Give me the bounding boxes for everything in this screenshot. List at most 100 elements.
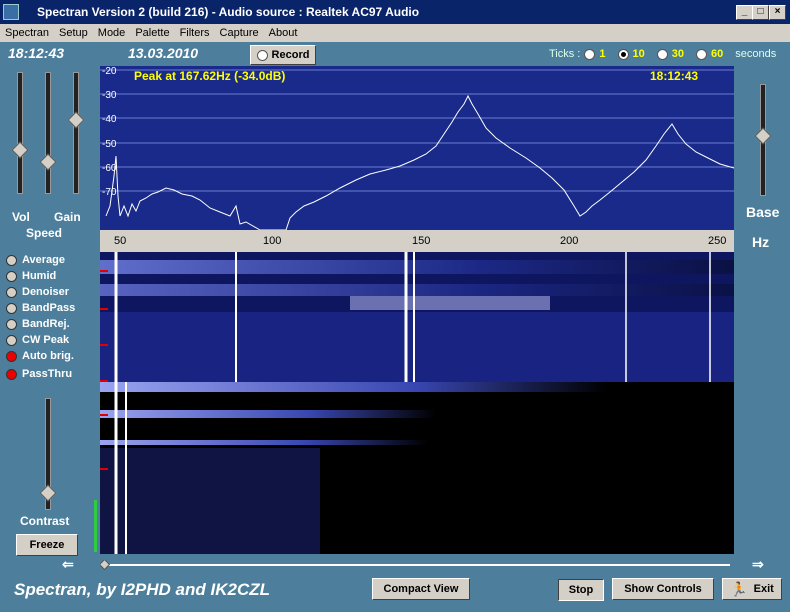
option-bandrej[interactable]: BandRej. xyxy=(6,318,70,330)
record-button[interactable]: Record xyxy=(250,45,316,65)
freeze-button[interactable]: Freeze xyxy=(16,534,78,556)
option-radio xyxy=(6,270,17,282)
option-label: BandPass xyxy=(22,302,76,314)
menu-capture[interactable]: Capture xyxy=(215,27,264,39)
hz-label: Hz xyxy=(752,234,770,250)
option-label: Denoiser xyxy=(22,286,70,298)
show-controls-button[interactable]: Show Controls xyxy=(612,578,714,600)
stop-button[interactable]: Stop xyxy=(558,579,604,601)
tick-1-radio[interactable] xyxy=(584,48,596,60)
gain-slider-thumb[interactable] xyxy=(67,111,85,129)
tick-1-label: 1 xyxy=(599,48,606,60)
record-label: Record xyxy=(271,49,310,61)
marker-icon xyxy=(100,468,108,470)
gain-label: Gain xyxy=(54,210,81,224)
waterfall-display[interactable] xyxy=(100,252,734,554)
scroll-left-arrow-icon[interactable]: ⇐ xyxy=(62,556,74,573)
db-label: -40 xyxy=(102,114,117,125)
option-label: PassThru xyxy=(22,368,73,380)
option-radio xyxy=(6,368,17,380)
vol-slider-thumb[interactable] xyxy=(11,141,29,159)
scroll-right-arrow-icon[interactable]: ⇒ xyxy=(752,556,764,573)
close-button[interactable]: × xyxy=(769,5,786,20)
option-bandpass[interactable]: BandPass xyxy=(6,302,75,314)
freq-label: 200 xyxy=(560,235,579,247)
tick-60-radio[interactable] xyxy=(696,48,707,60)
option-label: CW Peak xyxy=(22,334,70,346)
option-radio xyxy=(6,334,17,346)
peak-readout: Peak at 167.62Hz (-34.0dB) xyxy=(134,69,285,83)
option-label: BandRej. xyxy=(22,318,70,330)
option-radio xyxy=(6,254,17,266)
footer-title: Spectran, by I2PHD and IK2CZL xyxy=(14,580,270,599)
base-label: Base xyxy=(746,204,780,220)
spectrum-display[interactable]: -20 -30 -40 -50 -60 -70 Peak at 167.62Hz… xyxy=(100,66,734,230)
waterfall-band xyxy=(100,382,734,392)
exit-button[interactable]: 🏃 Exit xyxy=(722,578,782,600)
contrast-label: Contrast xyxy=(20,514,70,528)
time-display: 18:12:43 xyxy=(8,45,65,61)
spectrum-clock: 18:12:43 xyxy=(650,69,698,83)
exit-label: Exit xyxy=(753,583,774,595)
compact-view-button[interactable]: Compact View xyxy=(372,578,470,600)
date-display: 13.03.2010 xyxy=(128,45,199,61)
menu-filters[interactable]: Filters xyxy=(175,27,215,39)
gain-slider-track[interactable] xyxy=(73,72,79,194)
marker-icon xyxy=(100,308,108,310)
marker-icon xyxy=(100,380,108,382)
running-man-icon: 🏃 xyxy=(730,580,748,597)
waterfall-band xyxy=(350,296,550,310)
ticks-selector: Ticks : 1 10 30 60 seconds xyxy=(549,48,776,60)
contrast-slider-thumb[interactable] xyxy=(39,484,57,502)
minimize-button[interactable]: _ xyxy=(736,5,753,20)
menu-palette[interactable]: Palette xyxy=(130,27,174,39)
tick-10-label: 10 xyxy=(632,48,645,60)
waterfall-band xyxy=(100,440,510,445)
horizontal-scroll[interactable] xyxy=(100,560,734,570)
app-icon xyxy=(3,4,19,20)
level-meter xyxy=(94,500,97,552)
tick-30-radio[interactable] xyxy=(656,48,668,60)
option-label: Humid xyxy=(22,270,57,282)
record-indicator-icon xyxy=(256,49,268,61)
tick-30-label: 30 xyxy=(671,48,684,60)
waterfall-noise xyxy=(100,448,320,554)
app-window: Spectran Version 2 (build 216) - Audio s… xyxy=(0,0,790,612)
option-average[interactable]: Average xyxy=(6,254,65,266)
option-radio xyxy=(6,350,17,362)
menu-mode[interactable]: Mode xyxy=(93,27,131,39)
option-radio xyxy=(6,302,17,314)
option-cw-peak[interactable]: CW Peak xyxy=(6,334,69,346)
menu-bar: Spectran Setup Mode Palette Filters Capt… xyxy=(0,24,790,42)
option-humid[interactable]: Humid xyxy=(6,270,56,282)
ticks-label: Ticks : xyxy=(549,48,581,60)
vol-slider-track[interactable] xyxy=(17,72,23,194)
freq-label: 150 xyxy=(412,235,431,247)
maximize-button[interactable]: □ xyxy=(752,5,769,20)
scroll-thumb[interactable] xyxy=(100,560,111,570)
menu-about[interactable]: About xyxy=(264,27,303,39)
menu-spectran[interactable]: Spectran xyxy=(0,27,54,39)
waterfall-band xyxy=(100,260,734,274)
db-label: -50 xyxy=(102,139,117,150)
spectrum-trace xyxy=(105,94,734,230)
option-auto-brig[interactable]: Auto brig. xyxy=(6,350,74,362)
speed-slider-track[interactable] xyxy=(45,72,51,194)
menu-setup[interactable]: Setup xyxy=(54,27,93,39)
option-radio xyxy=(6,318,17,330)
option-passthru[interactable]: PassThru xyxy=(6,368,72,380)
tick-10-radio[interactable] xyxy=(617,48,629,60)
freq-label: 50 xyxy=(114,235,127,247)
title-bar: Spectran Version 2 (build 216) - Audio s… xyxy=(0,0,790,24)
option-denoiser[interactable]: Denoiser xyxy=(6,286,69,298)
db-label: -70 xyxy=(102,187,117,198)
speed-slider-thumb[interactable] xyxy=(39,153,57,171)
window-title: Spectran Version 2 (build 216) - Audio s… xyxy=(37,5,420,19)
base-slider-thumb[interactable] xyxy=(754,127,772,145)
option-label: Average xyxy=(22,254,66,266)
waterfall-band xyxy=(100,284,734,296)
db-label: -30 xyxy=(102,90,117,101)
tick-60-label: 60 xyxy=(711,48,724,60)
frequency-scale: 50 100 150 200 250 xyxy=(100,230,734,252)
speed-label: Speed xyxy=(26,226,63,240)
